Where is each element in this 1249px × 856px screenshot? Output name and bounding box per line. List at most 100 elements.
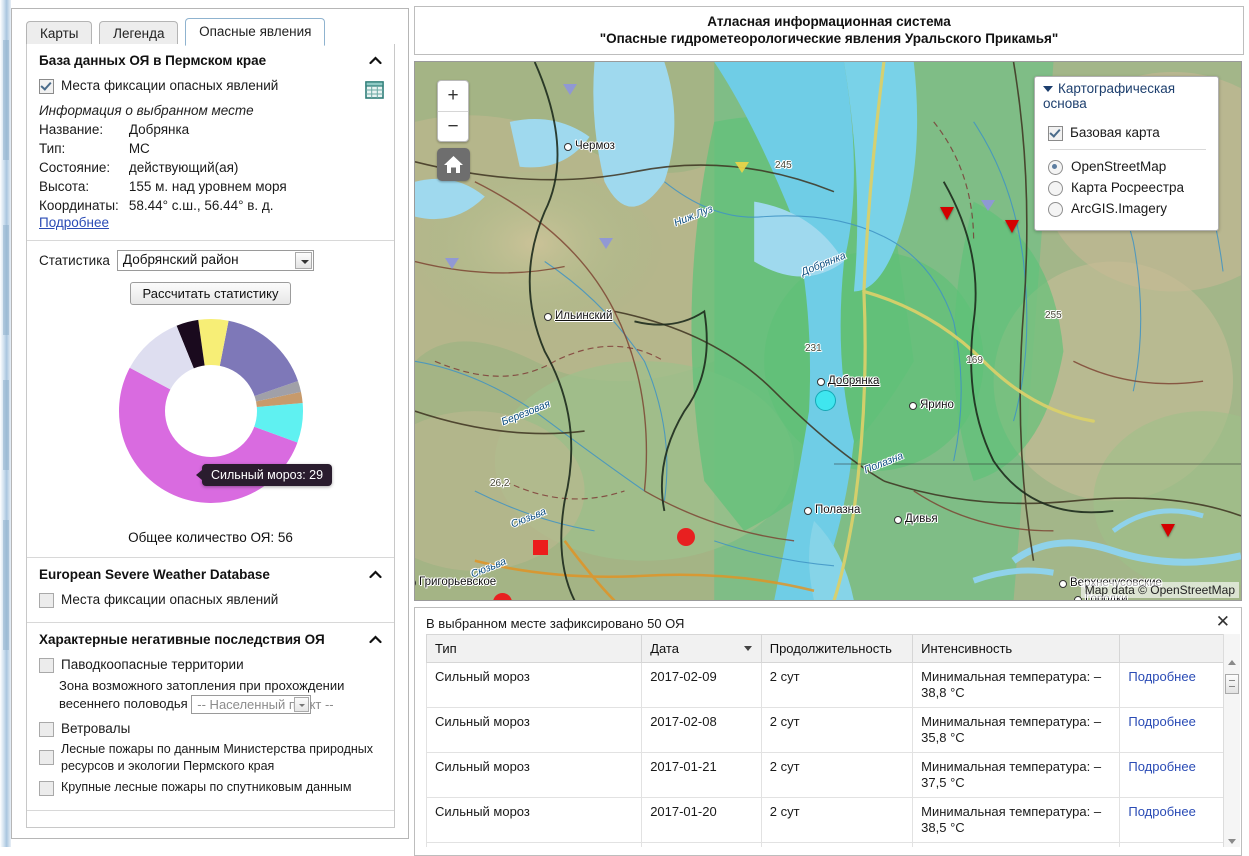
checkbox-row-hazard-locations[interactable]: Места фиксации опасных явлений [39, 77, 384, 94]
map-pin-marker[interactable] [1161, 524, 1175, 537]
table-grid-icon[interactable] [365, 81, 384, 99]
map-marker-triangle[interactable] [981, 200, 995, 211]
table-row[interactable]: Сильный мороз 2017-01-20 2 сут Минимальная … [425, 797, 1224, 843]
checkbox-label: Базовая карта [1070, 125, 1160, 140]
application-window: Карты Легенда Опасные явления База данны… [0, 0, 1249, 856]
layer-control-body: Базовая карта OpenStreetMap Карта Росрее… [1035, 116, 1218, 230]
chevron-down-icon[interactable] [294, 252, 312, 269]
checkbox-row-forest-fires-ministry[interactable]: Лесные пожары по данным Министерства при… [39, 741, 384, 775]
checkbox-label: Ветровалы [61, 721, 131, 737]
chevron-up-icon[interactable] [368, 567, 383, 582]
map-marker-triangle[interactable] [735, 162, 749, 173]
section-body: Паводкоопасные территории Зона возможног… [27, 656, 394, 810]
scroll-down-arrow-icon[interactable] [1228, 839, 1236, 844]
cell-intensity: Минимальная температура: –35,8 °C [912, 707, 1121, 753]
info-key: Координаты: [39, 198, 119, 213]
layer-control-header[interactable]: Картографическая основа [1035, 77, 1218, 116]
radio-rosreestr[interactable] [1048, 181, 1063, 196]
radio-row-rosreestr[interactable]: Карта Росреестра [1048, 179, 1208, 196]
table-row[interactable]: Сильный мороз 2017-02-09 2 сут Минимальная … [425, 662, 1224, 708]
column-header-type[interactable]: Тип [425, 634, 643, 663]
checkbox-row-windfalls[interactable]: Ветровалы [39, 720, 384, 738]
scroll-up-arrow-icon[interactable] [1228, 660, 1236, 665]
table-row[interactable]: Сильный мороз 2017-01-21 2 сут Минимальная … [425, 752, 1224, 798]
checkbox-hazard-locations[interactable] [39, 79, 54, 94]
tab-maps[interactable]: Карты [26, 21, 93, 46]
checkbox-label: Крупные лесные пожары по спутниковым дан… [61, 780, 352, 795]
column-header-date[interactable]: Дата [641, 634, 762, 663]
radio-label: OpenStreetMap [1071, 159, 1167, 174]
close-icon[interactable]: ✕ [1216, 613, 1230, 630]
cell-date: 2017-01-21 [641, 752, 762, 798]
checkbox-flood-areas[interactable] [39, 658, 54, 673]
checkbox-row-eswd-locations[interactable]: Места фиксации опасных явлений [39, 591, 384, 608]
checkbox-large-forest-fires[interactable] [39, 781, 54, 797]
checkbox-row-flood-areas[interactable]: Паводкоопасные территории [39, 656, 384, 673]
region-select[interactable]: Добрянский район [116, 250, 314, 271]
home-button[interactable] [437, 148, 470, 181]
tab-legend[interactable]: Легенда [99, 21, 179, 46]
info-row-type: Тип: МС [39, 139, 287, 158]
checkbox-windfalls[interactable] [39, 722, 54, 738]
map-marker-triangle[interactable] [599, 238, 613, 249]
map-event-marker[interactable] [677, 528, 695, 546]
details-link[interactable]: Подробнее [1128, 714, 1195, 729]
cell-duration: 2 сут [761, 797, 914, 843]
checkbox-base-map[interactable] [1048, 126, 1063, 141]
map-marker-triangle[interactable] [563, 84, 577, 95]
table-row[interactable]: Сильный мороз 2017-02-08 2 сут Минимальная … [425, 707, 1224, 753]
radio-arcgis[interactable] [1048, 202, 1063, 217]
tab-hazards[interactable]: Опасные явления [185, 18, 326, 46]
radio-label: ArcGIS.Imagery [1071, 201, 1168, 216]
chevron-up-icon[interactable] [368, 632, 383, 647]
checkbox-row-base-map[interactable]: Базовая карта [1048, 124, 1208, 141]
radio-row-openstreetmap[interactable]: OpenStreetMap [1048, 158, 1208, 175]
map-pin-marker[interactable] [1005, 220, 1019, 233]
statistics-donut-chart[interactable]: Сильный мороз: 29 [27, 311, 394, 526]
map-viewport[interactable]: + − Картографическая основа Базовая карт… [414, 61, 1242, 601]
calculate-statistics-button[interactable]: Рассчитать статистику [129, 282, 292, 305]
cell-details: Подробнее [1119, 752, 1224, 798]
layer-control[interactable]: Картографическая основа Базовая карта Op… [1034, 76, 1219, 231]
map-elevation-label: 245 [775, 159, 792, 171]
details-link[interactable]: Подробнее [1128, 759, 1195, 774]
cell-details: Подробнее [1119, 707, 1224, 753]
cell-duration: 2 сут [761, 707, 914, 753]
checkbox-eswd-locations[interactable] [39, 593, 54, 608]
zoom-out-button[interactable]: − [438, 112, 468, 142]
chevron-down-icon[interactable] [294, 697, 310, 713]
cell-date: 2017-02-08 [641, 707, 762, 753]
column-header-date-label: Дата [650, 641, 679, 656]
map-marker-triangle[interactable] [445, 258, 459, 269]
title-line-2: "Опасные гидрометеорологические явления … [599, 31, 1059, 46]
map-place-label: Чермоз [575, 140, 615, 152]
details-link[interactable]: Подробнее [1128, 804, 1195, 819]
radio-openstreetmap[interactable] [1048, 160, 1063, 175]
column-header-duration[interactable]: Продолжительность [761, 634, 914, 663]
more-details-link[interactable]: Подробнее [39, 215, 384, 230]
info-row-name: Название: Добрянка [39, 120, 287, 139]
scrollbar-thumb[interactable] [1225, 674, 1239, 694]
map-pin-marker[interactable] [940, 207, 954, 220]
radio-row-arcgis[interactable]: ArcGIS.Imagery [1048, 200, 1208, 217]
checkbox-row-large-forest-fires[interactable]: Крупные лесные пожары по спутниковым дан… [39, 779, 384, 797]
details-link[interactable]: Подробнее [1128, 669, 1195, 684]
section-title: База данных ОЯ в Пермском крае [39, 53, 267, 68]
map-event-marker-square[interactable] [533, 540, 548, 555]
events-table-scroll-area[interactable]: Тип Дата Продолжительность Интенсивность… [415, 634, 1241, 849]
map-place-dot [894, 516, 902, 524]
table-scrollbar[interactable] [1223, 634, 1240, 854]
cell-type: Сильный мороз [425, 707, 643, 753]
zoom-in-button[interactable]: + [438, 81, 468, 112]
divider [1050, 149, 1206, 150]
zoom-controls[interactable]: + − [437, 80, 469, 142]
cell-type: Сильный мороз [425, 752, 643, 798]
settlement-select[interactable]: -- Населенный пункт -- [191, 695, 334, 715]
column-header-actions [1119, 634, 1224, 663]
region-select-value: Добрянский район [122, 252, 239, 267]
checkbox-forest-fires-ministry[interactable] [39, 750, 54, 766]
map-selected-location-marker[interactable] [815, 390, 836, 411]
info-value: Добрянка [128, 122, 190, 137]
column-header-intensity[interactable]: Интенсивность [912, 634, 1121, 663]
chevron-up-icon[interactable] [368, 53, 383, 68]
